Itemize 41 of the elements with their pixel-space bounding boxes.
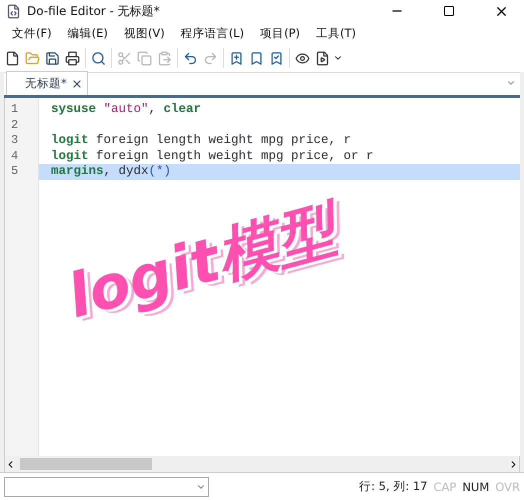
key-indicator: CAP — [433, 480, 456, 494]
key-indicator: OVR — [495, 480, 520, 494]
save-icon — [45, 50, 60, 66]
menu-item[interactable]: 程序语言(L) — [172, 22, 252, 44]
key-indicator: NUM — [462, 480, 490, 494]
code-line: logit foreign length weight mpg price, r — [50, 133, 352, 148]
line-number: 1 — [10, 102, 20, 118]
menu-item[interactable]: 项目(P) — [252, 22, 308, 44]
menu-item[interactable]: 编辑(E) — [60, 22, 116, 44]
undo-icon — [183, 50, 198, 66]
bookmark-icon — [249, 50, 264, 66]
paste-icon — [157, 50, 172, 66]
menu-item[interactable]: 工具(T) — [308, 22, 364, 44]
code-line: sysuse "auto", clear — [50, 102, 202, 118]
line-number: 5 — [10, 164, 20, 180]
folder-icon — [25, 50, 40, 66]
eye-icon — [295, 50, 310, 66]
app-icon — [6, 4, 21, 18]
line-number: 4 — [10, 148, 20, 164]
maximize-icon — [443, 5, 455, 17]
redo-icon — [203, 50, 218, 66]
play-file-icon — [315, 50, 330, 66]
scissors-icon — [117, 50, 132, 66]
menu-item[interactable]: 视图(V) — [116, 22, 173, 44]
line-number: 3 — [10, 133, 20, 148]
scrollbar-thumb[interactable] — [20, 458, 152, 470]
bookmark-check-icon — [269, 50, 284, 66]
copy-icon — [137, 50, 152, 66]
printer-icon — [65, 50, 80, 66]
bookmark-plus-icon — [229, 50, 244, 66]
close-icon[interactable] — [71, 78, 83, 90]
code-line: logit foreign length weight mpg price, or r — [50, 148, 375, 164]
dropdown-field[interactable] — [4, 476, 209, 496]
line-number: 2 — [10, 118, 20, 133]
menu-item[interactable]: 文件(F) — [4, 22, 60, 44]
overlay-title: logit模型 — [59, 192, 344, 334]
new-file-icon — [5, 50, 20, 66]
cursor-position: 行: 5, 列: 17 — [359, 479, 428, 494]
file-tab[interactable]: 无标题* — [6, 71, 88, 95]
search-icon — [91, 50, 106, 66]
window-title: Do-file Editor - 无标题* — [27, 2, 161, 20]
